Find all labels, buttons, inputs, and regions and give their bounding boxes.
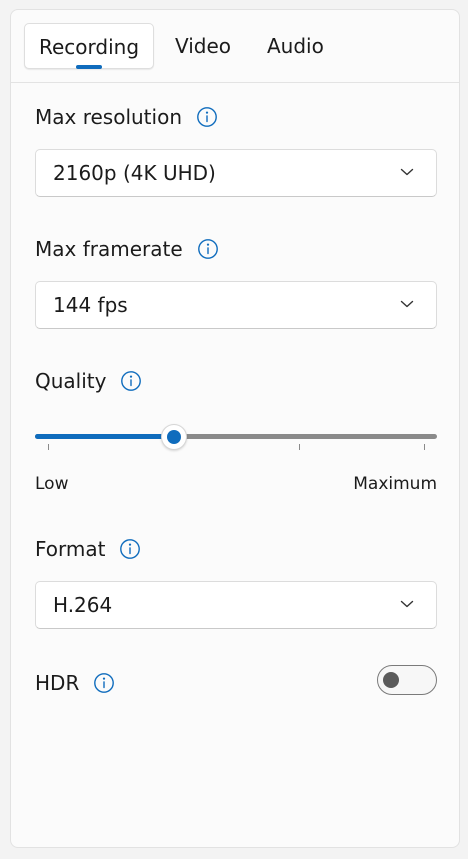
- max-resolution-label-row: Max resolution: [35, 103, 218, 131]
- info-icon[interactable]: [197, 238, 219, 260]
- chevron-down-icon: [400, 168, 414, 176]
- max-resolution-dropdown[interactable]: 2160p (4K UHD): [35, 149, 437, 197]
- tab-recording-label: Recording: [38, 35, 140, 59]
- tab-audio-label: Audio: [267, 34, 324, 58]
- format-value: H.264: [53, 593, 113, 617]
- chevron-down-icon: [400, 600, 414, 608]
- format-label-row: Format: [35, 535, 141, 563]
- quality-label: Quality: [35, 369, 107, 393]
- hdr-toggle[interactable]: [377, 665, 437, 695]
- quality-max-label: Maximum: [353, 474, 437, 494]
- max-framerate-dropdown[interactable]: 144 fps: [35, 281, 437, 329]
- format-label: Format: [35, 537, 106, 561]
- tab-video[interactable]: Video: [175, 23, 231, 69]
- slider-tick: [424, 444, 425, 450]
- hdr-label: HDR: [35, 671, 80, 695]
- tab-bar: Recording Video Audio: [11, 10, 459, 83]
- info-icon[interactable]: [196, 106, 218, 128]
- slider-tick: [48, 444, 49, 450]
- info-icon[interactable]: [120, 370, 142, 392]
- slider-track-fill: [35, 434, 174, 439]
- toggle-knob: [383, 672, 399, 688]
- format-dropdown[interactable]: H.264: [35, 581, 437, 629]
- tab-video-label: Video: [175, 34, 232, 58]
- tab-audio[interactable]: Audio: [267, 23, 324, 69]
- settings-panel: Recording Video Audio Max resolution 216…: [10, 9, 460, 848]
- tab-recording[interactable]: Recording: [24, 23, 154, 69]
- max-framerate-value: 144 fps: [53, 293, 128, 317]
- slider-tick: [299, 444, 300, 450]
- info-icon[interactable]: [119, 538, 141, 560]
- max-resolution-label: Max resolution: [35, 105, 182, 129]
- max-resolution-value: 2160p (4K UHD): [53, 161, 216, 185]
- max-framerate-label-row: Max framerate: [35, 235, 219, 263]
- max-framerate-label: Max framerate: [35, 237, 183, 261]
- quality-min-label: Low: [35, 474, 69, 494]
- tab-selected-indicator: [76, 65, 102, 69]
- quality-slider[interactable]: [35, 420, 439, 460]
- info-icon[interactable]: [93, 672, 115, 694]
- hdr-label-row: HDR: [35, 669, 115, 697]
- slider-thumb[interactable]: [161, 424, 187, 450]
- slider-thumb-dot: [167, 430, 181, 444]
- quality-label-row: Quality: [35, 367, 142, 395]
- chevron-down-icon: [400, 300, 414, 308]
